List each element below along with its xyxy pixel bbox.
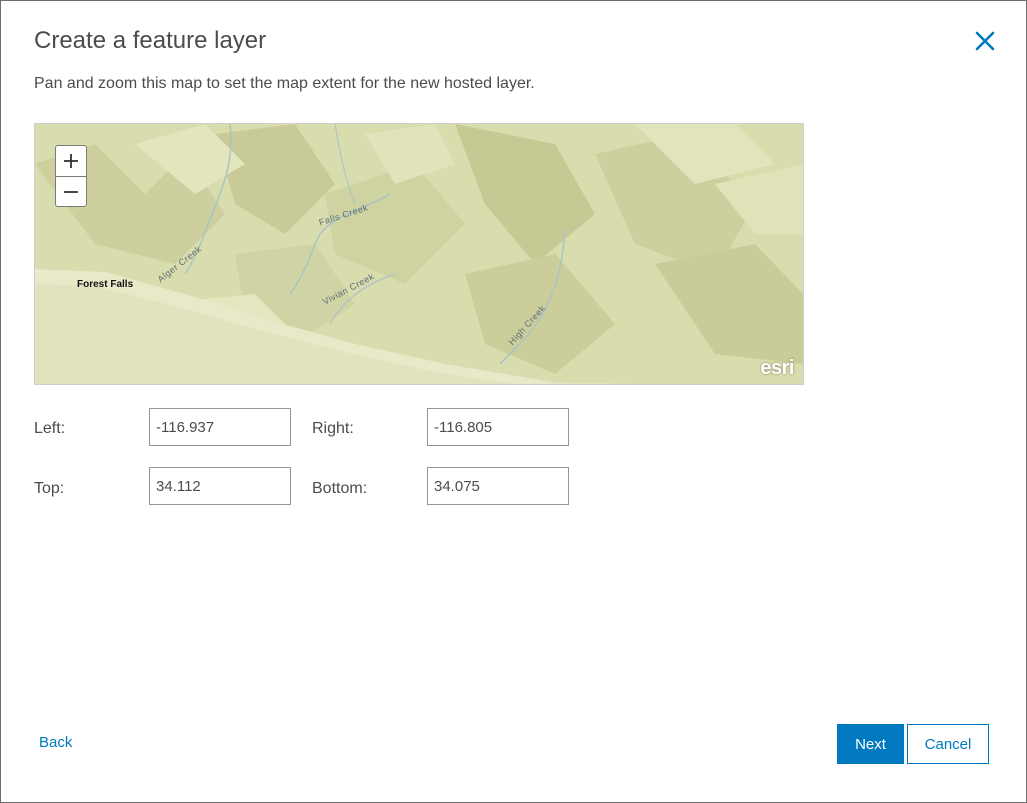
minus-icon: [64, 191, 78, 193]
close-button[interactable]: [971, 27, 999, 55]
create-feature-layer-dialog: Create a feature layer Pan and zoom this…: [0, 0, 1027, 803]
esri-logo[interactable]: esri: [760, 357, 794, 380]
left-label: Left:: [34, 420, 66, 437]
plus-icon: [64, 154, 78, 168]
bottom-label: Bottom:: [312, 480, 368, 497]
right-input[interactable]: [427, 408, 569, 446]
zoom-out-button[interactable]: [56, 176, 86, 207]
bottom-input[interactable]: [427, 467, 569, 505]
dialog-title: Create a feature layer: [34, 27, 267, 54]
top-label: Top:: [34, 480, 65, 497]
top-input[interactable]: [149, 467, 291, 505]
terrain-basemap: [35, 124, 803, 384]
cancel-button[interactable]: Cancel: [907, 724, 989, 764]
left-input[interactable]: [149, 408, 291, 446]
close-icon: [975, 31, 995, 51]
zoom-in-button[interactable]: [56, 146, 86, 176]
zoom-control: [55, 145, 87, 207]
instructions-text: Pan and zoom this map to set the map ext…: [34, 75, 535, 92]
map-label-forest-falls: Forest Falls: [77, 279, 134, 290]
back-link[interactable]: Back: [39, 734, 72, 751]
right-label: Right:: [312, 420, 354, 437]
next-button[interactable]: Next: [837, 724, 904, 764]
extent-map[interactable]: Forest Falls Alger Creek Falls Creek Viv…: [34, 123, 804, 385]
